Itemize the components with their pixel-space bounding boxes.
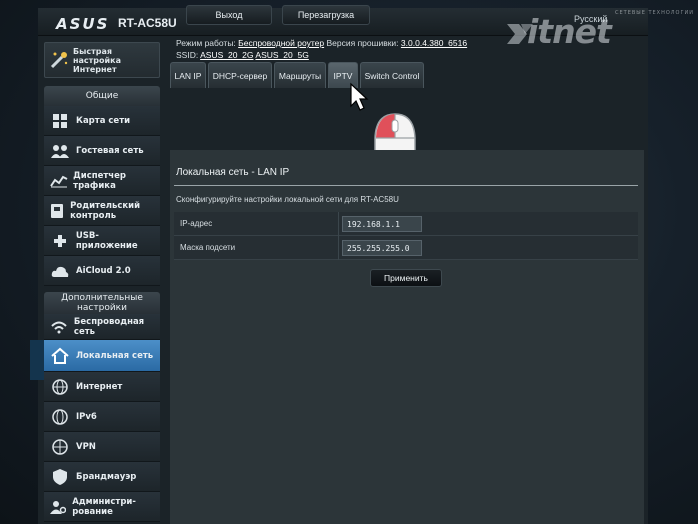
sidebar-item-traffic-manager[interactable]: Диспетчер трафика [44,166,160,196]
sidebar-item-lan[interactable]: Локальная сеть [44,340,160,372]
sidebar-item-label: Администри-рование [72,496,136,517]
firewall-icon [48,468,72,486]
ip-address-label: IP-адрес [180,219,213,228]
sidebar-item-label: Локальная сеть [76,350,154,361]
asus-logo: ASUS [56,15,110,33]
subnet-mask-input[interactable]: 255.255.255.0 [342,240,422,256]
sidebar-item-vpn[interactable]: VPN [44,432,160,462]
sidebar-item-label: Карта сети [76,115,131,126]
ssid-line: SSID: ASUS_20_2G ASUS_20_5G [176,50,309,60]
ip-address-row: IP-адрес 192.168.1.1 [174,212,638,236]
vpn-icon [48,438,72,455]
ip-address-input[interactable]: 192.168.1.1 [342,216,422,232]
sidebar-item-label: Интернет [76,381,123,392]
sidebar-item-guest-network[interactable]: Гостевая сеть [44,136,160,166]
sidebar-item-wireless[interactable]: Беспроводная сеть [44,314,160,340]
sidebar-item-ipv6[interactable]: IPv6 [44,402,160,432]
admin-icon [48,499,68,515]
sidebar-item-label: Брандмауэр [76,471,137,482]
subnet-mask-row: Маска подсети 255.255.255.0 [174,236,638,260]
quick-setup-button[interactable]: Быстрая настройка Интернет [44,42,160,78]
ssid-2g-link[interactable]: ASUS_20_2G [200,50,253,60]
home-icon [48,347,72,365]
quick-setup-label: Быстрая настройка Интернет [73,46,121,74]
parental-control-icon [48,203,66,219]
sidebar-item-parental-control[interactable]: Родительский контроль [44,196,160,226]
aicloud-icon [48,263,72,279]
row-divider [338,236,339,260]
tab-dhcp-server[interactable]: DHCP-сервер [208,62,272,88]
model-name: RT-AC58U [118,16,177,30]
subnet-mask-label: Маска подсети [180,243,236,252]
logout-button[interactable]: Выход [186,5,272,25]
sidebar-item-usb-app[interactable]: USB-приложение [44,226,160,256]
tab-lan-ip[interactable]: LAN IP [170,62,206,88]
magic-wand-icon [49,50,69,70]
row-divider [338,212,339,236]
sidebar-item-label: USB-приложение [75,230,138,251]
advanced-section-title: Дополнительные настройки [44,292,160,314]
network-map-icon [48,113,72,129]
sidebar-item-firewall[interactable]: Брандмауэр [44,462,160,492]
ipv6-icon [48,408,72,425]
itnet-watermark: itnet СЕТЕВЫЕ ТЕХНОЛОГИИ [505,10,695,51]
mouse-cursor-icon [350,82,369,111]
sidebar-item-administration[interactable]: Администри-рование [44,492,160,522]
mode-link[interactable]: Беспроводной роутер [238,38,324,48]
sidebar-item-aicloud[interactable]: AiCloud 2.0 [44,256,160,286]
general-section-title: Общие [44,86,160,106]
sidebar-item-label: Гостевая сеть [76,145,144,156]
reboot-button[interactable]: Перезагрузка [282,5,370,25]
firmware-label: Версия прошивки: [326,38,399,48]
guest-network-icon [48,143,72,159]
active-item-highlight [30,340,44,380]
title-divider [174,185,638,186]
sidebar-item-label: IPv6 [76,411,97,422]
sidebar-item-network-map[interactable]: Карта сети [44,106,160,136]
ssid-label: SSID: [176,50,199,60]
sidebar-item-label: Беспроводная сеть [73,316,145,337]
watermark-subtext: СЕТЕВЫЕ ТЕХНОЛОГИИ [615,10,695,16]
page-description: Сконфигурируйте настройки локальной сети… [176,195,399,204]
globe-icon [48,378,72,395]
watermark-text: itnet [527,12,612,51]
ssid-5g-link[interactable]: ASUS_20_5G [255,50,308,60]
operation-mode-line: Режим работы: Беспроводной роутер Версия… [176,38,467,48]
mode-label: Режим работы: [176,38,236,48]
content-panel [170,150,644,524]
tab-routes[interactable]: Маршруты [274,62,326,88]
usb-app-icon [48,233,72,249]
traffic-manager-icon [48,174,69,188]
sidebar-item-internet[interactable]: Интернет [44,372,160,402]
apply-button[interactable]: Применить [370,269,442,287]
sidebar-item-label: VPN [76,441,96,452]
firmware-link[interactable]: 3.0.0.4.380_6516 [401,38,467,48]
sidebar-item-label: Родительский контроль [70,200,141,221]
sidebar-item-label: AiCloud 2.0 [76,265,131,276]
page-title: Локальная сеть - LAN IP [176,167,290,178]
wireless-icon [48,320,70,334]
sidebar-item-label: Диспетчер трафика [73,170,126,191]
